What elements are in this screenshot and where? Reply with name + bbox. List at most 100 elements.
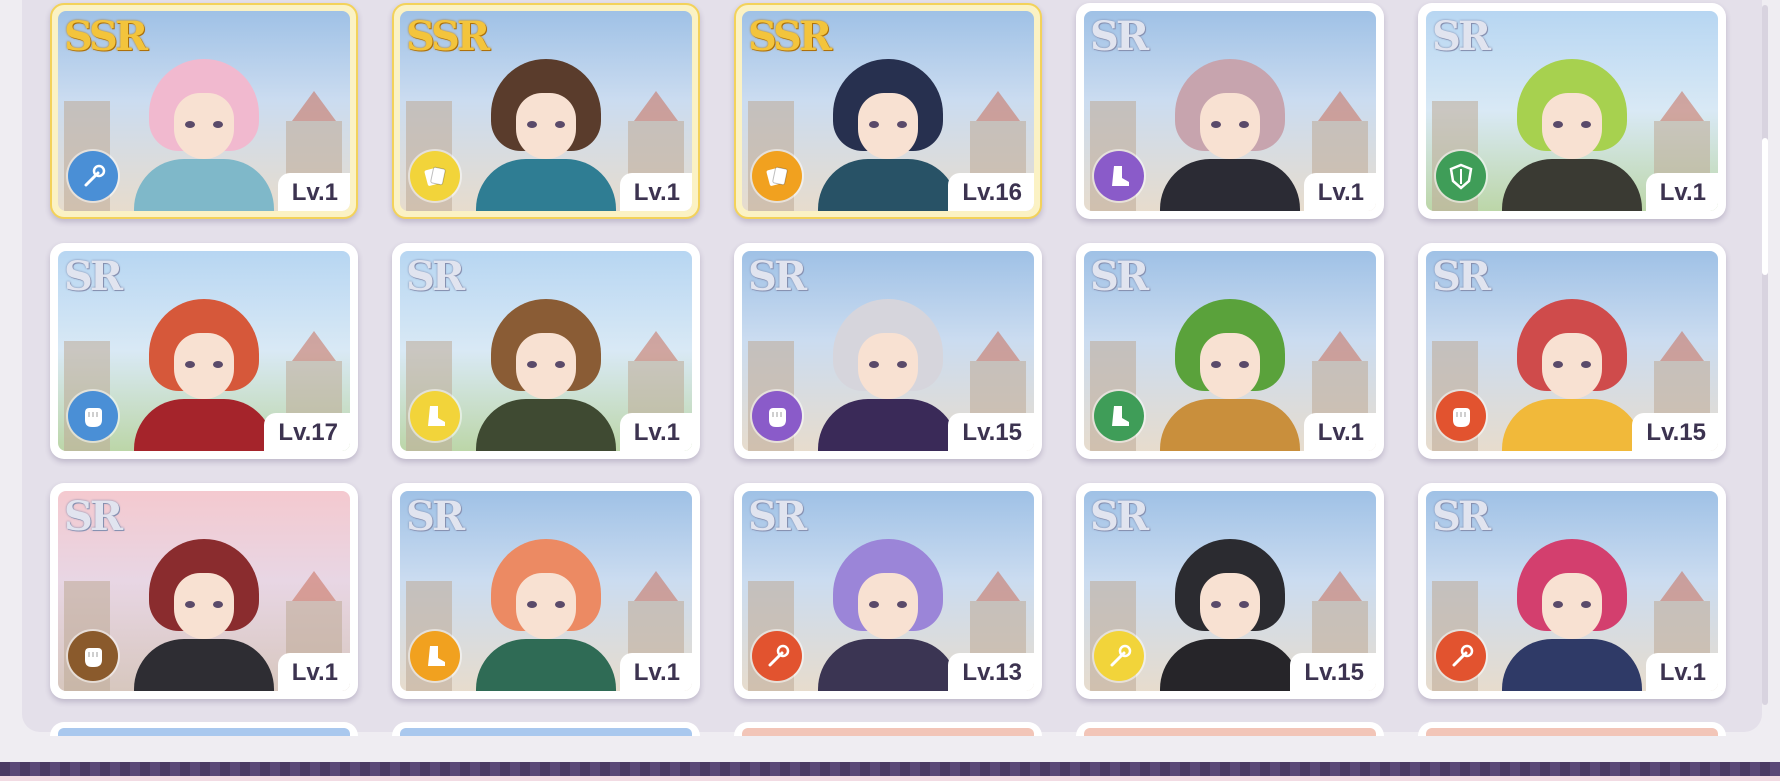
staff-icon [752,631,802,681]
character-card-partial[interactable] [50,722,358,736]
background-building [976,91,1020,121]
character-face [1200,573,1260,639]
character-face [516,333,576,399]
character-card[interactable]: SR Lv.1 [1076,3,1384,219]
rarity-badge: SR [1090,493,1149,540]
character-eye [185,601,195,608]
character-eye [185,121,195,128]
character-card[interactable]: SR Lv.1 [1418,483,1726,699]
character-face [858,93,918,159]
character-portrait-edge [400,728,692,736]
character-card-partial[interactable] [1076,722,1384,736]
character-figure [129,291,279,451]
scrollbar-track[interactable] [1762,5,1768,705]
character-outfit [1502,639,1642,691]
character-portrait: SR Lv.1 [1426,491,1718,691]
fist-icon [68,391,118,441]
rarity-badge: SR [64,253,123,300]
character-card[interactable]: SR Lv.15 [1076,483,1384,699]
character-card[interactable]: SR Lv.13 [734,483,1042,699]
character-face [1542,573,1602,639]
background-building [292,91,336,121]
character-portrait: SR Lv.1 [400,251,692,451]
character-card[interactable]: SR Lv.1 [1076,243,1384,459]
background-building [292,571,336,601]
character-figure [129,531,279,691]
background-building [634,91,678,121]
character-figure [1497,51,1647,211]
character-card-partial[interactable] [392,722,700,736]
character-eye [1553,121,1563,128]
character-face [1200,333,1260,399]
character-portrait: SR Lv.17 [58,251,350,451]
character-figure [813,51,963,211]
rarity-badge: SR [1432,493,1491,540]
character-card-partial[interactable] [1418,722,1726,736]
character-outfit [818,159,958,211]
rarity-badge: SR [1432,13,1491,60]
character-eye [1581,121,1591,128]
character-eye [213,361,223,368]
character-card[interactable]: SR Lv.1 [392,483,700,699]
character-figure [1497,531,1647,691]
character-outfit [476,159,616,211]
background-building [976,331,1020,361]
character-card[interactable]: SSR Lv.1 [392,3,700,219]
background-building [634,331,678,361]
character-eye [527,361,537,368]
character-card-partial[interactable] [734,722,1042,736]
character-figure [1497,291,1647,451]
character-outfit [1160,159,1300,211]
rarity-badge: SR [748,253,807,300]
level-label: Lv.1 [1645,173,1718,211]
character-card[interactable]: SR Lv.1 [392,243,700,459]
character-card[interactable]: SSR Lv.1 [50,3,358,219]
boot-icon [1094,391,1144,441]
character-figure [813,531,963,691]
level-label: Lv.16 [948,173,1034,211]
character-portrait: SR Lv.15 [1426,251,1718,451]
boot-icon [410,391,460,441]
character-eye [1581,361,1591,368]
character-portrait-edge [58,728,350,736]
rarity-badge: SR [406,253,465,300]
character-card[interactable]: SSR Lv.16 [734,3,1042,219]
character-portrait: SR Lv.13 [742,491,1034,691]
level-label: Lv.1 [619,173,692,211]
character-eye [213,601,223,608]
character-outfit [818,399,958,451]
character-eye [897,601,907,608]
character-figure [129,51,279,211]
character-portrait: SR Lv.1 [1084,251,1376,451]
scrollbar-thumb[interactable] [1762,138,1768,275]
level-label: Lv.13 [948,653,1034,691]
footer-border [0,762,1780,781]
fist-icon [68,631,118,681]
character-card[interactable]: SR Lv.1 [1418,3,1726,219]
staff-icon [68,151,118,201]
boot-icon [1094,151,1144,201]
cards-icon [410,151,460,201]
character-outfit [1502,159,1642,211]
character-card[interactable]: SR Lv.15 [734,243,1042,459]
character-portrait: SSR Lv.16 [742,11,1034,211]
character-portrait: SR Lv.15 [1084,491,1376,691]
character-eye [869,121,879,128]
character-portrait-edge [742,728,1034,736]
character-figure [1155,531,1305,691]
rarity-badge: SR [1090,13,1149,60]
character-portrait: SR Lv.15 [742,251,1034,451]
character-eye [1211,121,1221,128]
character-card[interactable]: SR Lv.15 [1418,243,1726,459]
character-card[interactable]: SR Lv.17 [50,243,358,459]
character-list-panel: SSR Lv.1 SSR Lv.1 SSR Lv.16 SR Lv.1 SR Lv.1 SR Lv.1… [22,0,1768,732]
character-card[interactable]: SR Lv.1 [50,483,358,699]
character-eye [1239,121,1249,128]
character-eye [1239,601,1249,608]
character-eye [1211,361,1221,368]
character-eye [555,361,565,368]
character-eye [213,121,223,128]
background-building [1318,91,1362,121]
character-eye [869,601,879,608]
character-portrait: SR Lv.1 [1084,11,1376,211]
